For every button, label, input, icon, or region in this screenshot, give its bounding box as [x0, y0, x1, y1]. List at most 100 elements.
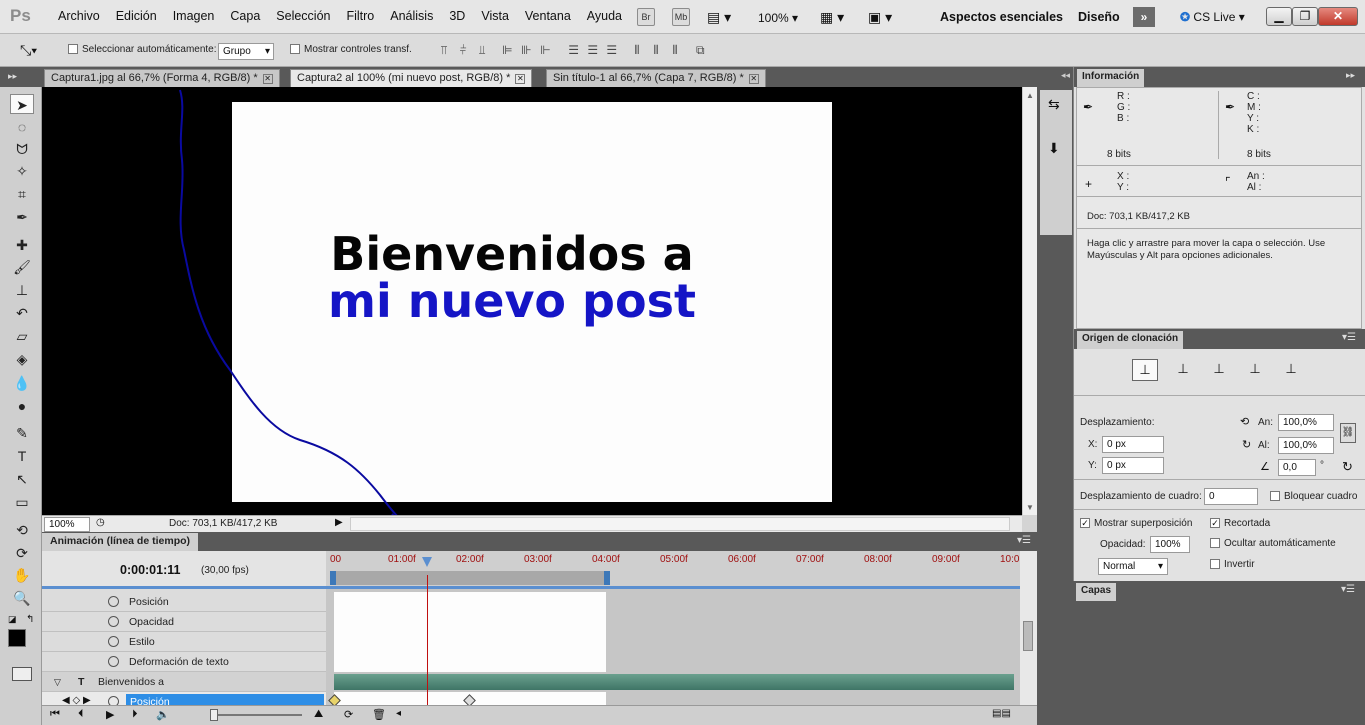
zoom-tool-icon[interactable]: 🔍 — [10, 588, 34, 608]
audio-icon[interactable]: 🔈 — [156, 708, 170, 721]
quick-mask-icon[interactable] — [12, 667, 32, 681]
clipped-checkbox[interactable] — [1210, 518, 1220, 529]
minimize-button[interactable]: ▁ — [1266, 7, 1292, 26]
close-tab-icon[interactable]: ✕ — [748, 74, 759, 84]
align-hcenter-icon[interactable]: ⊪ — [518, 43, 534, 57]
scroll-left-icon[interactable]: ◂ — [396, 708, 401, 719]
distribute-vcenter-icon[interactable]: ☰ — [585, 43, 601, 57]
menu-seleccion[interactable]: Selección — [268, 9, 338, 23]
property-row-deformacion[interactable]: Deformación de texto — [42, 652, 326, 672]
menu-ayuda[interactable]: Ayuda — [579, 9, 630, 23]
layer-row-bienvenidos[interactable]: ▽ T Bienvenidos a — [42, 672, 326, 692]
timeline-track-area[interactable]: 00 01:00f 02:00f 03:00f 04:00f 05:00f 06… — [326, 551, 1020, 712]
delete-icon[interactable]: 🗑 — [372, 708, 386, 721]
layers-panel-tab[interactable]: Capas — [1076, 583, 1117, 601]
layer-duration-bar[interactable] — [334, 674, 1014, 690]
auto-select-checkbox[interactable] — [68, 44, 78, 55]
property-row-estilo[interactable]: Estilo — [42, 632, 326, 652]
collapse-dock-icon[interactable]: ◂◂ — [1061, 70, 1070, 81]
menu-3d[interactable]: 3D — [441, 9, 473, 23]
arrange-documents-icon[interactable]: ▦ ▾ — [820, 9, 844, 26]
close-tab-icon[interactable]: ✕ — [515, 74, 526, 84]
canvas-horizontal-scrollbar[interactable] — [350, 517, 1010, 531]
stopwatch-icon[interactable] — [108, 596, 119, 607]
timeline-title[interactable]: Animación (línea de tiempo) — [42, 533, 199, 551]
offset-x-field[interactable]: 0 px — [1102, 436, 1164, 453]
clone-panel-tab[interactable]: Origen de clonación — [1077, 331, 1184, 349]
stopwatch-icon[interactable] — [108, 616, 119, 627]
link-icon[interactable]: ⛓ — [1340, 423, 1356, 443]
restore-button[interactable]: ❐ — [1292, 7, 1318, 26]
menu-filtro[interactable]: Filtro — [338, 9, 382, 23]
blend-mode-dropdown[interactable]: Normal ▾ — [1098, 558, 1168, 575]
zoom-in-mountains-icon[interactable]: ⛰ — [314, 708, 323, 721]
status-menu-arrow-icon[interactable]: ▶ — [335, 517, 343, 528]
foreground-color-swatch[interactable] — [8, 629, 26, 647]
close-window-button[interactable]: ✕ — [1318, 7, 1358, 26]
3d-orbit-tool-icon[interactable]: ⟳ — [10, 543, 34, 563]
timeline-zoom-thumb[interactable] — [210, 709, 218, 721]
clone-source-5-icon[interactable]: ⊥ — [1278, 359, 1304, 381]
distribute-top-icon[interactable]: ☰ — [566, 43, 582, 57]
move-tool-preset-icon[interactable]: ⤡▾ — [20, 42, 37, 59]
cs-live-menu[interactable]: ✪ CS Live ▾ — [1180, 10, 1245, 24]
align-right-icon[interactable]: ⊩ — [537, 43, 553, 57]
rectangle-tool-icon[interactable]: ▭ — [10, 492, 34, 512]
close-tab-icon[interactable]: ✕ — [262, 74, 273, 84]
bridge-button[interactable]: Br — [637, 8, 655, 26]
quick-selection-tool-icon[interactable]: ✧ — [10, 161, 34, 181]
panel-menu-icon[interactable]: ▾☰ — [1017, 535, 1031, 546]
status-info-icon[interactable]: ◷ — [96, 517, 105, 528]
property-tracks[interactable] — [334, 592, 606, 672]
property-row-posicion[interactable]: Posición — [42, 592, 326, 612]
autohide-checkbox[interactable] — [1210, 538, 1220, 549]
zoom-field[interactable]: 100% — [44, 517, 90, 532]
hand-tool-icon[interactable]: ✋ — [10, 565, 34, 585]
3d-rotate-tool-icon[interactable]: ⟲ — [10, 520, 34, 540]
paint-bucket-tool-icon[interactable]: ◈ — [10, 349, 34, 369]
workspace-design[interactable]: Diseño — [1078, 10, 1120, 24]
collapse-tools-icon[interactable]: ▸▸ — [8, 71, 17, 82]
film-icon[interactable]: ▤ ▾ — [707, 9, 731, 26]
swap-colors-icon[interactable]: ↰ — [26, 614, 34, 625]
panel-menu-icon[interactable]: ▾☰ — [1341, 584, 1355, 595]
menu-analisis[interactable]: Análisis — [382, 9, 441, 23]
frame-offset-field[interactable]: 0 — [1204, 488, 1258, 505]
history-panel-icon[interactable]: ⇆ — [1048, 96, 1060, 113]
type-tool-icon[interactable]: T — [10, 446, 34, 466]
previous-frame-icon[interactable]: ⏴ — [78, 708, 84, 721]
path-selection-tool-icon[interactable]: ↖ — [10, 469, 34, 489]
move-tool-icon[interactable]: ➤ — [10, 94, 34, 114]
autohide-option[interactable]: Ocultar automáticamente — [1210, 538, 1336, 549]
scroll-down-icon[interactable]: ▼ — [1026, 503, 1034, 512]
clone-stamp-tool-icon[interactable]: ⊥ — [10, 280, 34, 300]
info-panel-tab[interactable]: Información — [1077, 69, 1145, 87]
timeline-scroll-thumb[interactable] — [1023, 621, 1033, 651]
eraser-tool-icon[interactable]: ▱ — [10, 326, 34, 346]
timeline-ruler[interactable]: 00 01:00f 02:00f 03:00f 04:00f 05:00f 06… — [326, 551, 1020, 589]
work-area-bar[interactable] — [330, 571, 610, 585]
distribute-bottom-icon[interactable]: ☰ — [604, 43, 620, 57]
clipped-option[interactable]: Recortada — [1210, 518, 1270, 529]
stopwatch-icon[interactable] — [108, 636, 119, 647]
property-row-opacidad[interactable]: Opacidad — [42, 612, 326, 632]
more-workspaces-button[interactable]: » — [1133, 7, 1155, 27]
menu-capa[interactable]: Capa — [222, 9, 268, 23]
lock-frame-checkbox[interactable] — [1270, 491, 1280, 502]
transform-controls-checkbox[interactable] — [290, 44, 300, 55]
first-frame-icon[interactable]: ⏮ — [50, 708, 60, 721]
menu-imagen[interactable]: Imagen — [165, 9, 223, 23]
align-left-icon[interactable]: ⊫ — [499, 43, 515, 57]
distribute-right-icon[interactable]: ⫴ — [667, 43, 683, 57]
eyedropper-tool-icon[interactable]: ✒ — [10, 207, 34, 227]
doc-tab-captura2[interactable]: Captura2 al 100% (mi nuevo post, RGB/8) … — [290, 69, 533, 87]
auto-select-dropdown[interactable]: Grupo ▾ — [218, 43, 274, 60]
artboard[interactable]: Bienvenidos a mi nuevo post — [232, 102, 832, 502]
reset-transform-icon[interactable]: ↻ — [1342, 459, 1353, 475]
distribute-hcenter-icon[interactable]: ⫴ — [648, 43, 664, 57]
brush-tool-icon[interactable]: 🖌 — [10, 257, 34, 277]
convert-frames-icon[interactable]: ▤▤ — [992, 708, 1011, 719]
menu-ventana[interactable]: Ventana — [517, 9, 579, 23]
menu-vista[interactable]: Vista — [473, 9, 517, 23]
height-field[interactable]: 100,0% — [1278, 437, 1334, 454]
